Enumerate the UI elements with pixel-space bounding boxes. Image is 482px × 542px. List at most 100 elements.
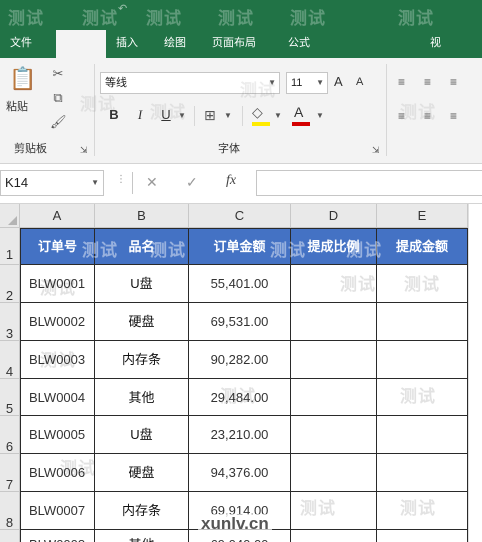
cell-order-amount[interactable]: 29,484.00 bbox=[189, 379, 291, 416]
row-header[interactable]: 6 bbox=[0, 416, 20, 454]
row-header[interactable]: 5 bbox=[0, 379, 20, 416]
chevron-down-icon[interactable]: ▼ bbox=[274, 108, 282, 124]
row-header[interactable]: 9 bbox=[0, 530, 20, 542]
cell-commission-rate[interactable] bbox=[291, 530, 377, 542]
align-right-icon[interactable]: ≡ bbox=[450, 108, 457, 124]
column-header-a[interactable]: A bbox=[20, 204, 95, 228]
cell-product[interactable]: 硬盘 bbox=[95, 454, 189, 492]
cell-commission-rate[interactable] bbox=[291, 265, 377, 303]
row-header[interactable]: 8 bbox=[0, 492, 20, 530]
cell-commission-rate[interactable] bbox=[291, 416, 377, 454]
cell-order-amount[interactable]: 23,210.00 bbox=[189, 416, 291, 454]
name-box-value: K14 bbox=[5, 175, 29, 190]
cell-order-id[interactable]: BLW0006 bbox=[21, 454, 95, 492]
cell-order-id[interactable]: BLW0007 bbox=[21, 492, 95, 530]
paste-icon[interactable]: 📋 bbox=[8, 64, 38, 94]
cell-order-amount[interactable]: 94,376.00 bbox=[189, 454, 291, 492]
cell-product[interactable]: 内存条 bbox=[95, 492, 189, 530]
chevron-down-icon: ▼ bbox=[91, 178, 99, 187]
copy-icon[interactable]: ⧉ bbox=[50, 90, 66, 106]
cell-commission-amount[interactable] bbox=[377, 341, 468, 379]
column-header-b[interactable]: B bbox=[95, 204, 189, 228]
name-box[interactable]: K14 ▼ bbox=[0, 170, 104, 196]
cell-product[interactable]: 其他 bbox=[95, 379, 189, 416]
cell-commission-amount[interactable] bbox=[377, 454, 468, 492]
border-icon[interactable]: ⊞ bbox=[204, 107, 216, 123]
tab-draw[interactable]: 绘图 bbox=[164, 30, 186, 58]
row-header[interactable]: 2 bbox=[0, 265, 20, 303]
header-cell-commission-amount[interactable]: 提成金额 bbox=[377, 229, 468, 265]
header-cell-product[interactable]: 品名 bbox=[95, 229, 189, 265]
cell-order-id[interactable]: BLW0008 bbox=[21, 530, 95, 542]
font-launcher-icon[interactable]: ⇲ bbox=[372, 142, 380, 158]
grow-font-button[interactable]: A bbox=[334, 74, 343, 89]
cell-order-id[interactable]: BLW0005 bbox=[21, 416, 95, 454]
cell-product[interactable]: 内存条 bbox=[95, 341, 189, 379]
font-color-button[interactable]: A bbox=[294, 104, 303, 120]
cell-commission-amount[interactable] bbox=[377, 265, 468, 303]
row-header[interactable]: 3 bbox=[0, 303, 20, 341]
cell-commission-amount[interactable] bbox=[377, 303, 468, 341]
cell-order-amount[interactable]: 90,282.00 bbox=[189, 341, 291, 379]
paste-button[interactable]: 粘贴 bbox=[6, 98, 28, 114]
cell-product[interactable]: U盘 bbox=[95, 416, 189, 454]
format-painter-icon[interactable]: 🖌 bbox=[50, 114, 67, 130]
clipboard-group-label: 剪贴板 bbox=[14, 143, 47, 155]
formula-input[interactable] bbox=[256, 170, 482, 196]
cell-order-id[interactable]: BLW0004 bbox=[21, 379, 95, 416]
divider bbox=[242, 106, 243, 126]
tab-view[interactable]: 视 bbox=[430, 30, 441, 58]
spreadsheet-grid: A B C D E 1 2 3 4 5 6 7 8 9 订单号 品名 订单金额 … bbox=[0, 204, 482, 542]
tab-formulas[interactable]: 公式 bbox=[288, 30, 310, 58]
align-bottom-icon[interactable]: ≡ bbox=[450, 74, 457, 90]
cell-commission-amount[interactable] bbox=[377, 492, 468, 530]
cell-product[interactable]: 硬盘 bbox=[95, 303, 189, 341]
cut-icon[interactable]: ✂ bbox=[50, 66, 66, 82]
divider bbox=[132, 172, 133, 194]
column-header-d[interactable]: D bbox=[291, 204, 377, 228]
cell-commission-amount[interactable] bbox=[377, 379, 468, 416]
font-size-select[interactable]: 11 ▼ bbox=[286, 72, 328, 94]
shrink-font-button[interactable]: A bbox=[356, 76, 363, 88]
cell-commission-amount[interactable] bbox=[377, 416, 468, 454]
tab-home[interactable] bbox=[56, 30, 106, 58]
row-header[interactable]: 7 bbox=[0, 454, 20, 492]
quick-access-icon[interactable]: ↶ bbox=[118, 2, 127, 15]
enter-icon[interactable]: ✓ bbox=[186, 174, 198, 191]
cell-order-amount[interactable]: 69,531.00 bbox=[189, 303, 291, 341]
header-cell-commission-rate[interactable]: 提成比例 bbox=[291, 229, 377, 265]
align-top-icon[interactable]: ≡ bbox=[398, 74, 405, 90]
header-cell-order-id[interactable]: 订单号 bbox=[21, 229, 95, 265]
column-header-e[interactable]: E bbox=[377, 204, 468, 228]
cell-order-id[interactable]: BLW0001 bbox=[21, 265, 95, 303]
tab-insert[interactable]: 插入 bbox=[116, 30, 138, 58]
row-header[interactable]: 4 bbox=[0, 341, 20, 379]
align-middle-icon[interactable]: ≡ bbox=[424, 74, 431, 90]
header-cell-order-amount[interactable]: 订单金额 bbox=[189, 229, 291, 265]
cancel-icon[interactable]: ✕ bbox=[146, 174, 158, 191]
cell-product[interactable]: 其他 bbox=[95, 530, 189, 542]
cell-commission-amount[interactable] bbox=[377, 530, 468, 542]
cell-order-amount[interactable]: 55,401.00 bbox=[189, 265, 291, 303]
tab-file[interactable]: 文件 bbox=[10, 30, 32, 58]
fill-color-icon[interactable]: ◇ bbox=[252, 104, 263, 120]
italic-button[interactable]: I bbox=[130, 104, 150, 126]
tab-page-layout[interactable]: 页面布局 bbox=[212, 30, 256, 58]
cell-commission-rate[interactable] bbox=[291, 454, 377, 492]
cell-commission-rate[interactable] bbox=[291, 341, 377, 379]
column-header-c[interactable]: C bbox=[189, 204, 291, 228]
chevron-down-icon[interactable]: ▼ bbox=[224, 108, 232, 124]
insert-function-button[interactable]: fx bbox=[226, 173, 236, 189]
cell-product[interactable]: U盘 bbox=[95, 265, 189, 303]
cell-order-id[interactable]: BLW0002 bbox=[21, 303, 95, 341]
chevron-down-icon[interactable]: ▼ bbox=[316, 108, 324, 124]
ribbon: 📋 粘贴 ✂ ⧉ 🖌 剪贴板 ⇲ 等线 ▼ 11 ▼ A A B I U ▼ ⊞… bbox=[0, 58, 482, 164]
row-header[interactable]: 1 bbox=[0, 228, 20, 265]
select-all-corner[interactable] bbox=[0, 204, 20, 228]
cell-commission-rate[interactable] bbox=[291, 492, 377, 530]
cell-order-id[interactable]: BLW0003 bbox=[21, 341, 95, 379]
cell-commission-rate[interactable] bbox=[291, 379, 377, 416]
cell-commission-rate[interactable] bbox=[291, 303, 377, 341]
select-all-icon bbox=[8, 216, 17, 225]
clipboard-launcher-icon[interactable]: ⇲ bbox=[80, 142, 88, 158]
